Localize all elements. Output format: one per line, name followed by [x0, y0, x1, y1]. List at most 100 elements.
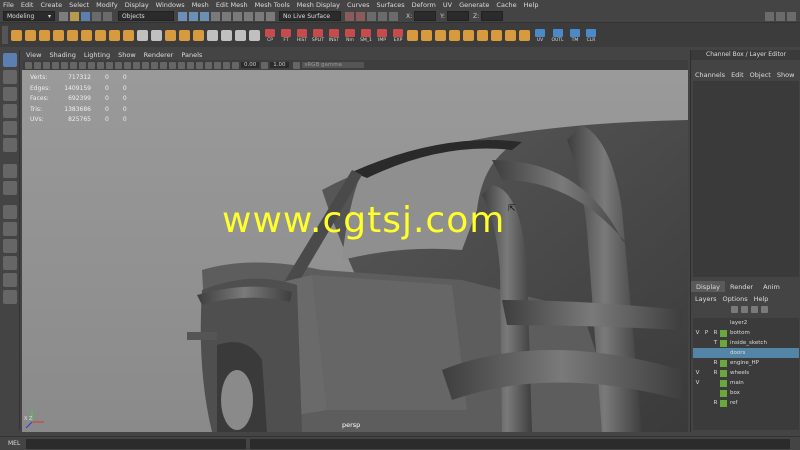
menu-display[interactable]: Display — [125, 1, 149, 9]
layer-row[interactable]: Tinside_sketch — [693, 338, 799, 348]
select-hierarchy-icon[interactable] — [178, 11, 187, 21]
live-surface-icon[interactable] — [266, 11, 275, 21]
layout-persp-outliner-icon[interactable] — [2, 205, 17, 219]
layer-row[interactable]: Rengine_HP — [693, 358, 799, 368]
layer-visibility-toggle[interactable]: V — [693, 380, 702, 386]
layer-display-type-toggle[interactable]: R — [711, 360, 720, 366]
select-object-icon[interactable] — [189, 11, 198, 21]
layer-visibility-toggle[interactable]: V — [693, 330, 702, 336]
smooth-icon[interactable] — [165, 29, 176, 41]
channel-box-content[interactable] — [693, 81, 799, 277]
shelf-menu-icon[interactable] — [2, 26, 8, 44]
poly-pipe-icon[interactable] — [109, 29, 120, 41]
move-layer-up-icon[interactable] — [731, 306, 738, 313]
shelf-tm-button[interactable]: TM — [568, 27, 582, 43]
rotate-tool-icon[interactable] — [2, 121, 17, 135]
select-tool-icon[interactable] — [2, 53, 17, 67]
menu-edit-mesh[interactable]: Edit Mesh — [216, 1, 248, 9]
color-management-icon[interactable] — [292, 61, 300, 69]
layer-display-type-toggle[interactable]: R — [711, 400, 720, 406]
layout-two-icon[interactable] — [2, 222, 17, 236]
shelf-tool-b-icon[interactable] — [421, 29, 432, 41]
layout-graph-icon[interactable] — [2, 239, 17, 253]
snap-point-icon[interactable] — [233, 11, 242, 21]
camera-attributes-icon[interactable] — [25, 61, 32, 69]
layer-menu-help[interactable]: Help — [754, 295, 769, 303]
shelf-outl-button[interactable]: OUTL — [549, 27, 566, 43]
layer-display-type-toggle[interactable]: R — [711, 370, 720, 376]
perspective-viewport[interactable]: Verts: 717312 0 0 Edges: 1409159 0 0 Faces: 69239… — [22, 70, 688, 432]
wireframe-on-shaded-icon[interactable] — [133, 61, 140, 69]
separate-icon[interactable] — [137, 29, 148, 41]
poly-cylinder-icon[interactable] — [39, 29, 50, 41]
layer-color-swatch[interactable] — [720, 379, 727, 387]
wireframe-icon[interactable] — [115, 61, 122, 69]
menu-uv[interactable]: UV — [443, 1, 452, 9]
redo-icon[interactable] — [103, 11, 112, 21]
layer-color-swatch[interactable] — [720, 320, 727, 327]
combine-icon[interactable] — [151, 29, 162, 41]
x-field[interactable] — [414, 11, 437, 21]
shelf-inst-button[interactable]: INST — [327, 27, 341, 43]
shelf-split-button[interactable]: SPLIT — [311, 27, 325, 43]
live-surface-field[interactable]: No Live Surface — [279, 11, 341, 21]
layout-hypershade-icon[interactable] — [2, 256, 17, 270]
panel-menu-lighting[interactable]: Lighting — [84, 51, 110, 59]
xray-joints-icon[interactable] — [214, 61, 221, 69]
shelf-cp-button[interactable]: CP — [263, 27, 277, 43]
resolution-gate-icon[interactable] — [70, 61, 77, 69]
layout-outliner-icon[interactable] — [2, 290, 17, 304]
snap-view-icon[interactable] — [244, 11, 253, 21]
new-layer-selected-icon[interactable] — [761, 306, 768, 313]
multicut-icon[interactable] — [221, 29, 232, 41]
menu-windows[interactable]: Windows — [156, 1, 185, 9]
menu-select[interactable]: Select — [69, 1, 89, 9]
menu-curves[interactable]: Curves — [347, 1, 370, 9]
anti-aliasing-icon[interactable] — [187, 61, 194, 69]
command-input[interactable] — [26, 438, 246, 449]
shelf-tool-a-icon[interactable] — [407, 29, 418, 41]
panel-menu-shading[interactable]: Shading — [49, 51, 75, 59]
panel-menu-renderer[interactable]: Renderer — [144, 51, 174, 59]
menu-file[interactable]: File — [3, 1, 14, 9]
toggle-channel-box-icon[interactable] — [787, 11, 796, 21]
snap-grid-icon[interactable] — [211, 11, 220, 21]
shelf-tool-e-icon[interactable] — [463, 29, 474, 41]
ambient-occlusion-icon[interactable] — [169, 61, 176, 69]
layer-visibility-toggle[interactable]: V — [693, 370, 702, 376]
scale-tool-icon[interactable] — [2, 138, 17, 152]
toggle-sidebar-icon[interactable] — [765, 11, 774, 21]
z-field[interactable] — [481, 11, 504, 21]
snap-surface-icon[interactable] — [255, 11, 264, 21]
field-chart-icon[interactable] — [88, 61, 95, 69]
render-settings-icon[interactable] — [367, 11, 376, 21]
menu-generate[interactable]: Generate — [459, 1, 489, 9]
menu-mesh[interactable]: Mesh — [192, 1, 209, 9]
poly-plane-icon[interactable] — [67, 29, 78, 41]
lights-icon[interactable] — [151, 61, 158, 69]
menu-modify[interactable]: Modify — [96, 1, 118, 9]
layer-row[interactable]: box — [693, 388, 799, 398]
menu-edit[interactable]: Edit — [21, 1, 34, 9]
bookmark-icon[interactable] — [34, 61, 41, 69]
mode-selector[interactable]: Modeling ▾ — [3, 11, 55, 21]
layout-four-icon[interactable] — [2, 181, 17, 195]
layer-row[interactable]: V Rwheels — [693, 368, 799, 378]
paint-select-tool-icon[interactable] — [2, 87, 17, 101]
isolate-select-icon[interactable] — [196, 61, 203, 69]
move-tool-icon[interactable] — [2, 104, 17, 118]
command-language-label[interactable]: MEL — [0, 440, 26, 447]
layer-row[interactable]: Rref — [693, 398, 799, 408]
layer-color-swatch[interactable] — [720, 389, 727, 397]
channel-menu-show[interactable]: Show — [777, 71, 795, 79]
layer-color-swatch[interactable] — [720, 329, 727, 337]
menu-mesh-tools[interactable]: Mesh Tools — [255, 1, 290, 9]
menu-cache[interactable]: Cache — [496, 1, 516, 9]
safe-action-icon[interactable] — [97, 61, 104, 69]
new-scene-icon[interactable] — [59, 11, 68, 21]
quad-draw-icon[interactable] — [249, 29, 260, 41]
menu-deform[interactable]: Deform — [412, 1, 436, 9]
layer-row[interactable]: doors — [693, 348, 799, 358]
backface-culling-icon[interactable] — [223, 61, 230, 69]
poly-cone-icon[interactable] — [53, 29, 64, 41]
